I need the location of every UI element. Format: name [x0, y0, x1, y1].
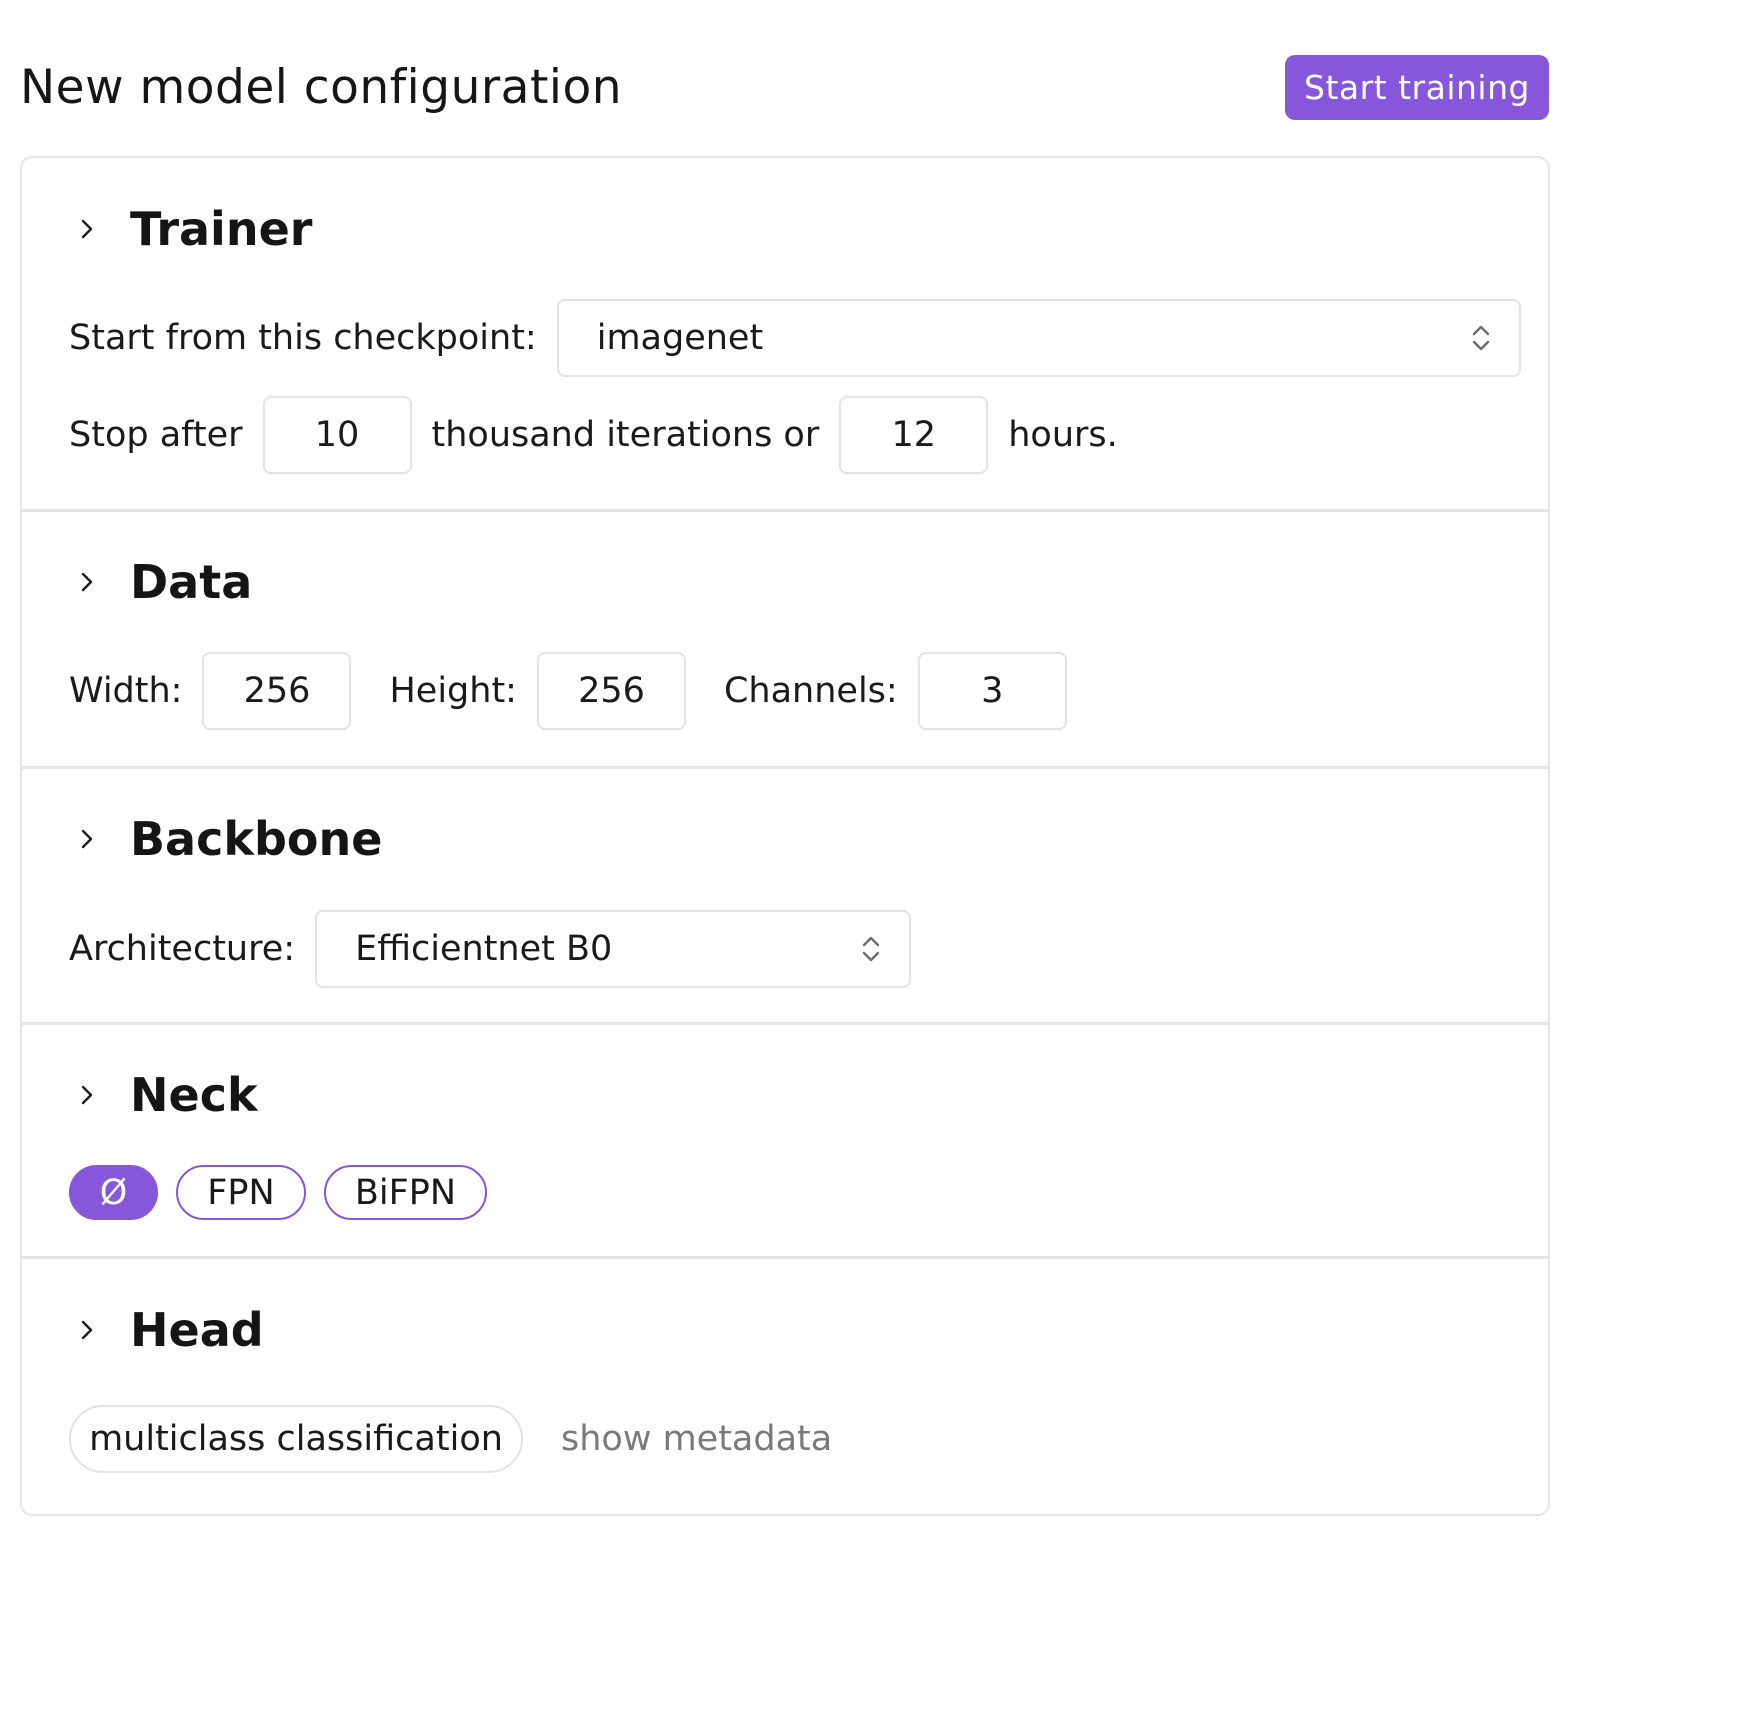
up-down-chevron-icon [861, 934, 881, 964]
stop-after-label: Stop after [69, 415, 243, 455]
architecture-value: Efficientnet B0 [355, 929, 613, 969]
data-title: Data [130, 555, 253, 609]
chevron-right-icon[interactable] [76, 215, 98, 243]
channels-input[interactable] [917, 652, 1067, 730]
checkpoint-row: Start from this checkpoint: imagenet [69, 299, 1521, 377]
hours-suffix: hours. [1008, 415, 1118, 455]
chevron-right-icon[interactable] [76, 1081, 98, 1109]
show-metadata-link[interactable]: show metadata [561, 1419, 832, 1459]
chevron-right-icon[interactable] [76, 568, 98, 596]
iterations-suffix: thousand iterations or [431, 415, 820, 455]
up-down-chevron-icon [1471, 323, 1491, 353]
width-input[interactable] [202, 652, 352, 730]
chevron-right-icon[interactable] [76, 825, 98, 853]
page-title: New model configuration [20, 60, 623, 115]
neck-options: Ø FPN BiFPN [69, 1165, 487, 1220]
checkpoint-value: imagenet [596, 318, 764, 358]
start-training-button[interactable]: Start training [1285, 55, 1549, 120]
configuration-card: Trainer Start from this checkpoint: imag… [20, 156, 1550, 1516]
height-input[interactable] [536, 652, 686, 730]
head-section: Head multiclass classification show meta… [22, 1259, 1548, 1517]
neck-option-none[interactable]: Ø [69, 1165, 158, 1220]
architecture-select[interactable]: Efficientnet B0 [315, 910, 912, 988]
channels-label: Channels: [723, 671, 898, 711]
backbone-section: Backbone Architecture: Efficientnet B0 [22, 769, 1548, 1025]
head-title: Head [130, 1303, 264, 1357]
iterations-input[interactable] [262, 396, 412, 474]
checkpoint-label: Start from this checkpoint: [69, 318, 537, 358]
architecture-label: Architecture: [69, 929, 296, 969]
neck-option-bifpn[interactable]: BiFPN [324, 1165, 487, 1220]
dimensions-row: Width: Height: Channels: [69, 652, 1067, 730]
backbone-title: Backbone [130, 812, 383, 866]
trainer-title: Trainer [130, 202, 313, 256]
head-type-chip[interactable]: multiclass classification [69, 1405, 523, 1473]
hours-input[interactable] [839, 396, 989, 474]
neck-title: Neck [130, 1068, 258, 1122]
checkpoint-select[interactable]: imagenet [556, 299, 1521, 377]
data-section: Data Width: Height: Channels: [22, 512, 1548, 769]
neck-option-fpn[interactable]: FPN [176, 1165, 306, 1220]
neck-section: Neck Ø FPN BiFPN [22, 1025, 1548, 1259]
stop-after-row: Stop after thousand iterations or hours. [69, 396, 1118, 474]
chevron-right-icon[interactable] [76, 1316, 98, 1344]
height-label: Height: [389, 671, 517, 711]
head-row: multiclass classification show metadata [69, 1405, 832, 1473]
width-label: Width: [69, 671, 183, 711]
trainer-section: Trainer Start from this checkpoint: imag… [22, 158, 1548, 512]
architecture-row: Architecture: Efficientnet B0 [69, 910, 912, 988]
